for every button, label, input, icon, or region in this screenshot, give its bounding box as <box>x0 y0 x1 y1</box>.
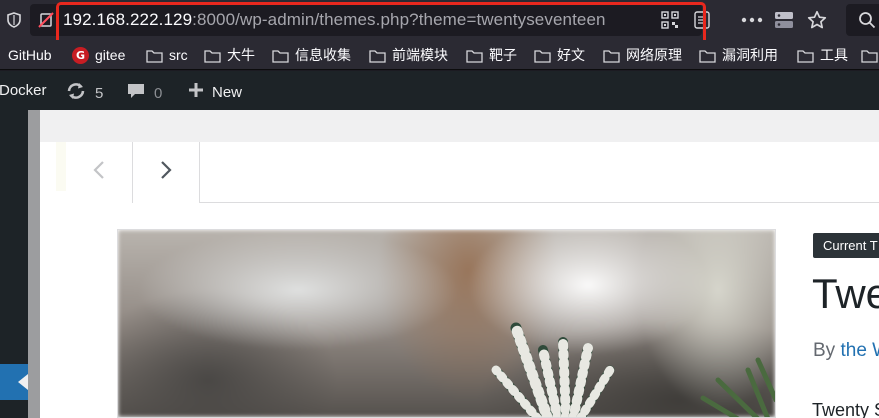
next-theme-button[interactable] <box>133 142 200 203</box>
theme-description: Twenty S <box>812 400 879 418</box>
tracking-off-icon[interactable] <box>36 10 56 30</box>
bookmark-gitee[interactable]: G gitee <box>72 45 125 65</box>
menu-arrow-icon <box>18 374 28 390</box>
theme-overlay-top <box>40 110 879 142</box>
wp-admin-bar: Docker 5 0 New <box>0 71 879 110</box>
more-icon[interactable] <box>740 10 764 30</box>
theme-author: By the W <box>813 340 879 362</box>
bookmark-label: 工具 <box>820 47 848 63</box>
search-icon[interactable] <box>856 10 878 30</box>
comments-link[interactable]: 0 <box>126 82 162 104</box>
chevron-right-icon <box>159 160 173 185</box>
theme-screenshot <box>117 229 776 418</box>
theme-name: Twe <box>812 270 879 317</box>
site-name-label: Docker <box>0 82 47 99</box>
folder-icon <box>699 49 716 63</box>
folder-icon <box>534 49 551 63</box>
folder-icon <box>797 49 814 63</box>
bookmark-github[interactable]: GitHub <box>8 45 52 65</box>
new-label: New <box>212 83 243 101</box>
folder-icon <box>603 49 620 63</box>
author-link[interactable]: the W <box>840 340 879 361</box>
previous-theme-button[interactable] <box>66 142 133 203</box>
bookmark-star-icon[interactable] <box>805 9 829 31</box>
bookmark-label: gitee <box>95 47 126 63</box>
bookmark-label: 好文 <box>557 47 585 63</box>
updates-link[interactable]: 5 <box>65 82 103 104</box>
folder-icon <box>369 49 386 63</box>
updates-count: 5 <box>95 84 104 102</box>
new-content-link[interactable]: New <box>188 82 242 102</box>
comment-icon <box>126 82 146 104</box>
updates-icon <box>65 82 87 104</box>
bookmark-label: src <box>169 47 188 63</box>
browser-toolbar: 192.168.222.129:8000/wp-admin/themes.php… <box>0 0 879 49</box>
current-theme-badge: Current T <box>813 233 879 258</box>
bookmark-folder-target[interactable]: 靶子 <box>466 45 517 65</box>
author-prefix: By <box>813 340 836 361</box>
bookmark-label: 网络原理 <box>626 47 682 63</box>
gitee-logo-icon: G <box>72 46 89 64</box>
bookmark-label: 信息收集 <box>295 47 351 63</box>
chevron-left-icon <box>92 160 106 185</box>
bookmark-folder-src[interactable]: src <box>146 45 188 65</box>
plus-icon <box>188 82 204 102</box>
folder-icon <box>861 49 878 63</box>
bookmark-label: 大牛 <box>227 47 255 63</box>
bookmark-label: 前端模块 <box>392 47 448 63</box>
plant-illustration <box>491 322 775 417</box>
server-icon[interactable] <box>772 9 796 31</box>
screen: 192.168.222.129:8000/wp-admin/themes.php… <box>0 0 879 418</box>
bookmark-folder-articles[interactable]: 好文 <box>534 45 585 65</box>
comments-count: 0 <box>154 84 163 102</box>
bookmark-folder-exploit[interactable]: 漏洞利用 <box>699 45 778 65</box>
bookmark-label: 漏洞利用 <box>722 47 778 63</box>
theme-overlay-edge <box>56 142 66 191</box>
bookmark-label: 靶子 <box>489 47 517 63</box>
bookmark-label: GitHub <box>8 47 52 63</box>
bookmark-folder-info[interactable]: 信息收集 <box>272 45 351 65</box>
site-name-link[interactable]: Docker <box>0 82 47 99</box>
folder-icon <box>146 49 163 63</box>
bookmark-folder-frontend[interactable]: 前端模块 <box>369 45 448 65</box>
bookmarks-bar: GitHub G gitee src 大牛 信息收集 前端模块 靶子 好文 网络… <box>0 40 879 70</box>
shield-icon[interactable] <box>4 10 24 30</box>
bookmark-folder-tools[interactable]: 工具 <box>797 45 848 65</box>
folder-icon <box>466 49 483 63</box>
folder-icon <box>204 49 221 63</box>
bookmark-folder-network[interactable]: 网络原理 <box>603 45 682 65</box>
bookmark-folder-more[interactable] <box>861 45 878 65</box>
bookmark-folder-daniu[interactable]: 大牛 <box>204 45 255 65</box>
folder-icon <box>272 49 289 63</box>
